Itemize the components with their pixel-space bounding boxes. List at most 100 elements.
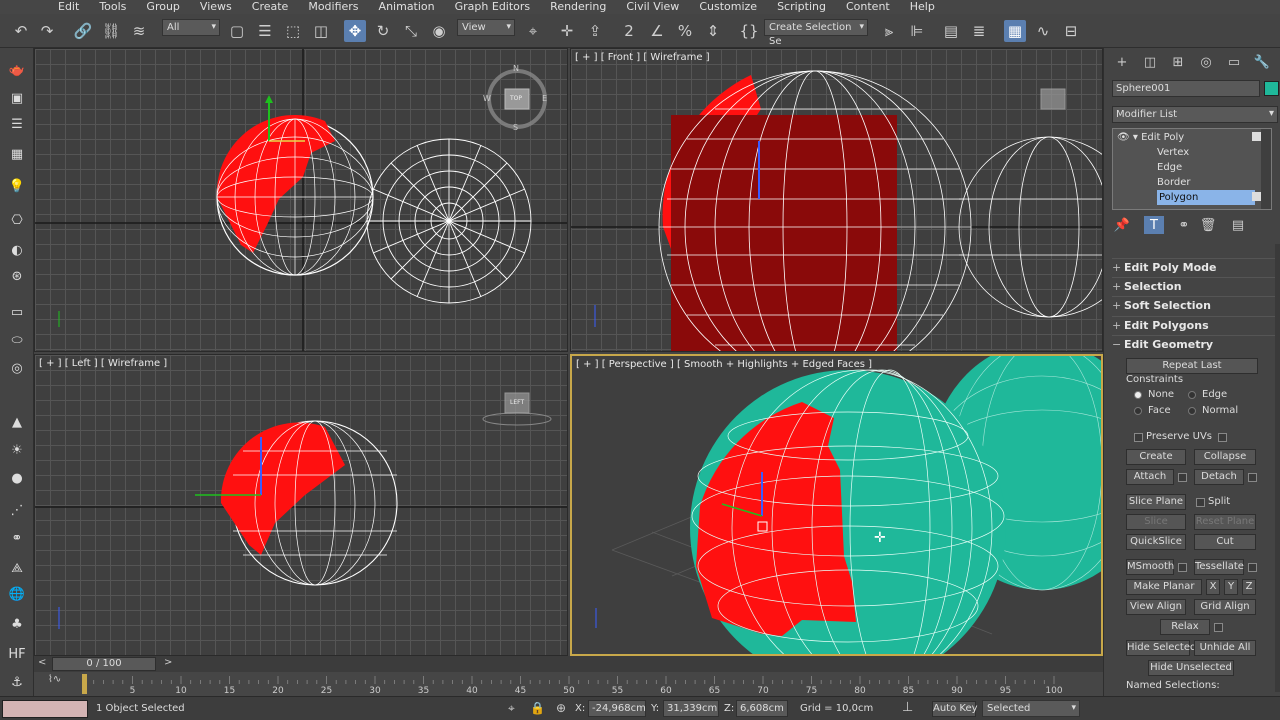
time-cursor[interactable] xyxy=(82,674,87,694)
stack-toggle-box-polygon[interactable] xyxy=(1252,192,1261,201)
time-prev-icon[interactable]: < xyxy=(38,657,46,668)
sun-icon[interactable]: ☀ xyxy=(6,440,28,460)
hair-icon[interactable]: HF xyxy=(6,644,28,664)
isolate-icon[interactable]: ⌖ xyxy=(508,701,515,716)
pin-stack-icon[interactable]: 📌 xyxy=(1112,216,1132,234)
x-coordinate-field[interactable]: -24,968cm xyxy=(588,700,646,717)
detach-settings[interactable] xyxy=(1248,473,1257,482)
menu-views[interactable]: Views xyxy=(190,0,242,14)
reset-plane-button[interactable]: Reset Plane xyxy=(1194,514,1256,530)
time-slider[interactable]: < 0 / 100 > xyxy=(34,656,1103,672)
z-coordinate-field[interactable]: 6,608cm xyxy=(736,700,788,717)
snap-toggle-icon[interactable]: 2 xyxy=(618,20,640,42)
tessellate-settings[interactable] xyxy=(1248,563,1257,572)
light-icon[interactable]: 💡 xyxy=(6,176,28,196)
stack-item-edit-poly[interactable]: 👁 ▾ Edit Poly xyxy=(1117,130,1184,145)
box-icon[interactable]: ▭ xyxy=(6,302,28,322)
view-align-button[interactable]: View Align xyxy=(1126,599,1186,615)
cut-button[interactable]: Cut xyxy=(1194,534,1256,550)
stack-toggle-box[interactable] xyxy=(1252,132,1261,141)
unhide-all-button[interactable]: Unhide All xyxy=(1194,640,1256,656)
rollout-edit-geometry[interactable]: Edit Geometry xyxy=(1112,335,1276,353)
unlink-icon[interactable]: ⛓ xyxy=(100,20,122,42)
collapse-button[interactable]: Collapse xyxy=(1194,449,1256,465)
planar-z-button[interactable]: Z xyxy=(1242,579,1256,595)
panel-scrollbar[interactable] xyxy=(1275,244,1280,692)
modifier-list-dropdown[interactable]: Modifier List ▾ xyxy=(1112,106,1278,123)
selection-set-dropdown[interactable]: Create Selection Se xyxy=(764,19,868,47)
rotate-icon[interactable]: ↻ xyxy=(372,20,394,42)
utilities-tab-icon[interactable]: 🔧 xyxy=(1252,53,1272,71)
menu-graph-editors[interactable]: Graph Editors xyxy=(445,0,541,14)
time-next-icon[interactable]: > xyxy=(164,657,172,668)
stack-item-vertex[interactable]: Vertex xyxy=(1157,145,1189,160)
constraint-normal-radio[interactable] xyxy=(1188,407,1196,415)
undo-icon[interactable]: ↶ xyxy=(10,20,32,42)
tessellate-button[interactable]: Tessellate xyxy=(1194,559,1244,575)
sphere-selected-left[interactable] xyxy=(195,420,398,586)
msmooth-settings[interactable] xyxy=(1178,563,1187,572)
attach-settings[interactable] xyxy=(1178,473,1187,482)
constraint-none-radio[interactable] xyxy=(1134,391,1142,399)
plant-icon[interactable]: ♣ xyxy=(6,614,28,634)
anchor-icon[interactable]: ⚓ xyxy=(6,672,28,692)
relax-button[interactable]: Relax xyxy=(1160,619,1210,635)
move-icon[interactable]: ✥ xyxy=(344,20,366,42)
hide-unselected-button[interactable]: Hide Unselected xyxy=(1148,660,1234,676)
select-object-icon[interactable]: ▢ xyxy=(226,20,248,42)
motion-tab-icon[interactable]: ◎ xyxy=(1196,53,1216,71)
place-icon[interactable]: ◉ xyxy=(428,20,450,42)
keyboard-shortcut-icon[interactable]: ⇪ xyxy=(584,20,606,42)
camera-icon[interactable]: ⎔ xyxy=(6,210,28,230)
repeat-last-button[interactable]: Repeat Last xyxy=(1126,358,1258,374)
make-unique-icon[interactable]: ⚭ xyxy=(1174,216,1194,234)
render-frame-icon[interactable]: ▣ xyxy=(6,88,28,108)
detach-button[interactable]: Detach xyxy=(1194,469,1244,485)
display-tab-icon[interactable]: ▭ xyxy=(1224,53,1244,71)
menu-scripting[interactable]: Scripting xyxy=(767,0,836,14)
menu-help[interactable]: Help xyxy=(900,0,945,14)
cone-icon[interactable]: ▲ xyxy=(6,412,28,432)
globe-icon[interactable]: 🌐 xyxy=(6,584,28,604)
absolute-mode-icon[interactable]: ⊕ xyxy=(556,701,566,715)
stack-item-edge[interactable]: Edge xyxy=(1157,160,1182,175)
film-icon[interactable]: ⊛ xyxy=(6,266,28,286)
selected-dropdown[interactable]: Selected xyxy=(982,700,1080,717)
sphere-selected-front[interactable] xyxy=(658,70,972,352)
preserve-uvs-settings[interactable] xyxy=(1218,433,1227,442)
stack-item-polygon[interactable]: Polygon xyxy=(1157,190,1257,205)
auto-key-button[interactable]: Auto Key xyxy=(932,701,978,717)
hide-selected-button[interactable]: Hide Selected xyxy=(1126,640,1196,656)
expand-icon[interactable]: ▾ xyxy=(1133,132,1138,143)
stack-item-border[interactable]: Border xyxy=(1157,175,1191,190)
create-tab-icon[interactable]: + xyxy=(1112,53,1132,71)
object-name-input[interactable]: Sphere001 xyxy=(1112,80,1260,97)
viewport-top[interactable]: N S E W TOP xyxy=(34,48,568,352)
preserve-uvs-checkbox[interactable] xyxy=(1134,433,1143,442)
schematic-view-icon[interactable]: ⊟ xyxy=(1060,20,1082,42)
select-manipulate-icon[interactable]: ✛ xyxy=(556,20,578,42)
object-color-swatch[interactable] xyxy=(1264,81,1279,96)
ribbon-toggle-icon[interactable]: ▦ xyxy=(1004,20,1026,42)
slice-plane-button[interactable]: Slice Plane xyxy=(1126,494,1186,510)
grid-align-button[interactable]: Grid Align xyxy=(1194,599,1256,615)
edit-named-sets-icon[interactable]: {} xyxy=(738,20,760,42)
eye-icon[interactable]: 👁 xyxy=(1117,132,1130,143)
lock-icon[interactable]: 🔒 xyxy=(530,701,545,715)
redo-icon[interactable]: ↷ xyxy=(36,20,58,42)
angle-snap-icon[interactable]: ∠ xyxy=(646,20,668,42)
modifier-stack[interactable]: 👁 ▾ Edit Poly Vertex Edge Border Polygon xyxy=(1112,128,1272,210)
spinner-snap-icon[interactable]: ⇕ xyxy=(702,20,724,42)
helper-icon[interactable]: ◐ xyxy=(6,240,28,260)
menu-civil-view[interactable]: Civil View xyxy=(616,0,689,14)
relax-settings[interactable] xyxy=(1214,623,1223,632)
menu-group[interactable]: Group xyxy=(136,0,190,14)
viewport-front[interactable]: [ + ] [ Front ] [ Wireframe ] xyxy=(570,48,1103,352)
rect-selection-icon[interactable]: ⬚ xyxy=(282,20,304,42)
slice-button[interactable]: Slice xyxy=(1126,514,1186,530)
time-slider-thumb[interactable]: 0 / 100 xyxy=(52,657,156,671)
menu-animation[interactable]: Animation xyxy=(369,0,445,14)
select-by-name-icon[interactable]: ☰ xyxy=(254,20,276,42)
menu-tools[interactable]: Tools xyxy=(89,0,136,14)
mirror-icon[interactable]: ⫸ xyxy=(878,20,900,42)
